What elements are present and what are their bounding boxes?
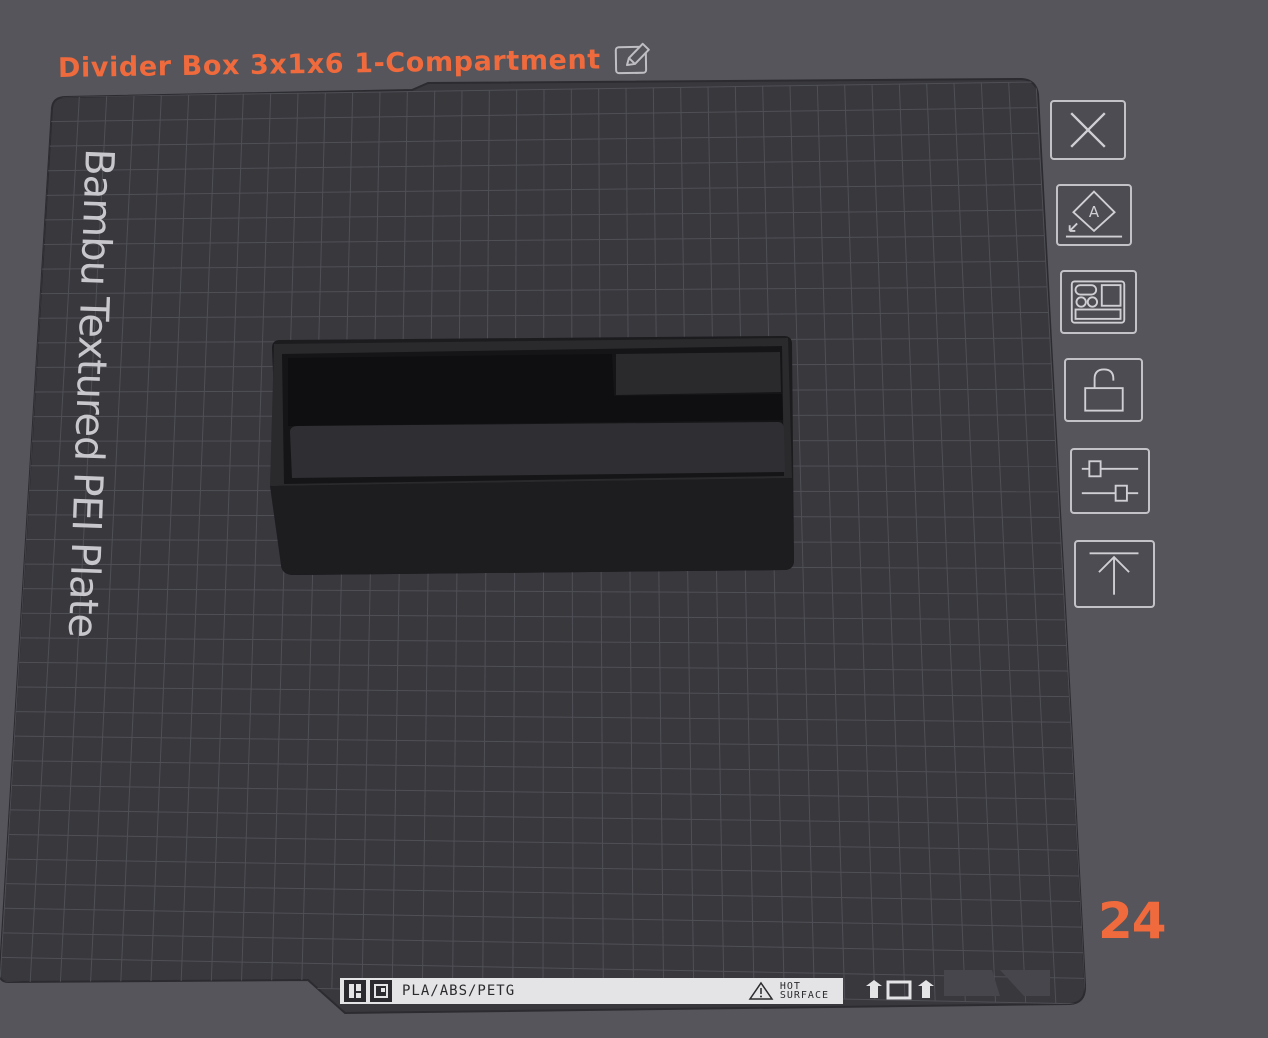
move-to-top-icon (1089, 552, 1139, 595)
textured-plate-icon (370, 980, 392, 1002)
arrange-icon (1070, 280, 1126, 324)
svg-text:A: A (1089, 203, 1100, 221)
pencil-icon (614, 42, 650, 75)
edit-name-button[interactable] (613, 41, 654, 78)
plate-title: Divider Box 3x1x6 1-Compartment (57, 43, 602, 84)
lock-button[interactable] (1064, 358, 1143, 422)
bambu-logo-icon (344, 980, 366, 1002)
close-button[interactable] (1050, 100, 1126, 160)
auto-orient-button[interactable]: A (1056, 184, 1132, 246)
hot-surface-warning: HOT SURFACE (748, 981, 829, 1001)
sliders-icon (1081, 460, 1139, 502)
3d-viewport[interactable]: Bambu Textured PEI Plate Divider Box 3x1… (0, 0, 1268, 1038)
plate-settings-button[interactable] (1070, 448, 1150, 514)
close-icon (1070, 112, 1106, 148)
arrange-button[interactable] (1060, 270, 1137, 334)
auto-orient-icon: A (1065, 190, 1123, 238)
material-compatibility: PLA/ABS/PETG (402, 983, 516, 999)
hot-surface-text: HOT SURFACE (779, 981, 829, 1001)
divider-box-model[interactable] (270, 336, 794, 575)
plate-number: 24 (1098, 892, 1167, 950)
move-to-top-button[interactable] (1074, 540, 1155, 608)
unlock-icon (1084, 368, 1124, 412)
plate-sticker: PLA/ABS/PETG HOT SURFACE (340, 978, 843, 1004)
warning-icon (748, 981, 774, 1000)
